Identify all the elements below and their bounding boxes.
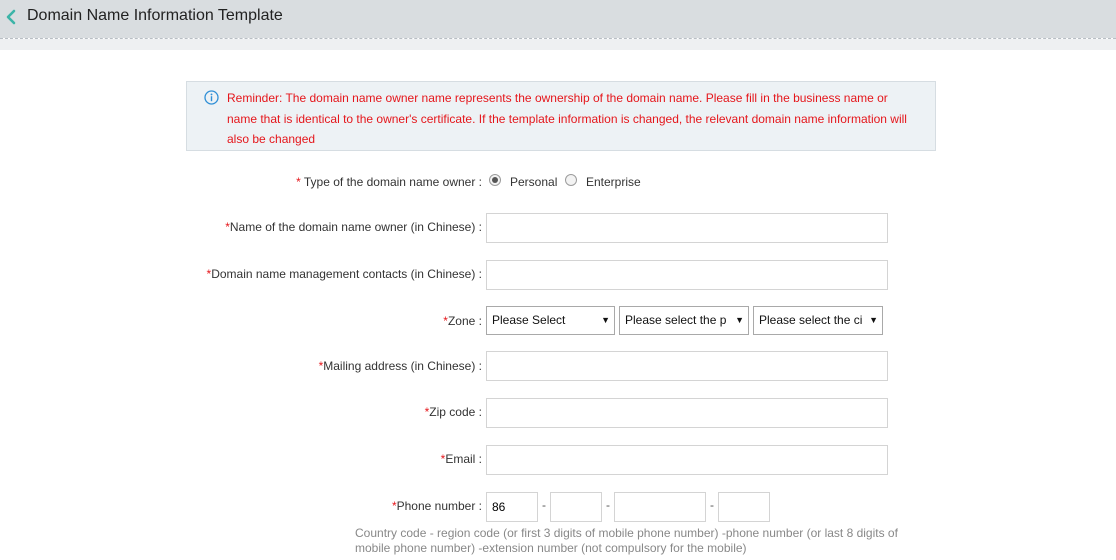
zip-code-label: *Zip code :: [425, 404, 482, 420]
radio-enterprise-label[interactable]: Enterprise: [586, 174, 641, 190]
reminder-box: Reminder: The domain name owner name rep…: [186, 81, 936, 151]
contacts-label-text: Domain name management contacts (in Chin…: [211, 267, 482, 281]
contacts-input[interactable]: [486, 260, 888, 290]
phone-label: *Phone number :: [392, 498, 482, 514]
phone-extension-input[interactable]: [718, 492, 770, 522]
page-title: Domain Name Information Template: [27, 7, 283, 24]
owner-type-label: * Type of the domain name owner :: [296, 174, 482, 190]
phone-separator: -: [710, 498, 714, 512]
header-shadow: [0, 39, 1116, 50]
zone-province-select[interactable]: Please select the p ▼: [619, 306, 749, 335]
zone-city-value: Please select the ci: [759, 313, 863, 327]
owner-type-label-text: Type of the domain name owner :: [303, 175, 482, 189]
radio-personal-label[interactable]: Personal: [510, 174, 557, 190]
zone-city-select[interactable]: Please select the ci ▼: [753, 306, 883, 335]
mailing-address-label-text: Mailing address (in Chinese) :: [323, 359, 482, 373]
zone-label-text: Zone :: [447, 314, 482, 328]
zone-country-select[interactable]: Please Select ▼: [486, 306, 615, 335]
email-label: *Email :: [441, 451, 482, 467]
contacts-label: *Domain name management contacts (in Chi…: [207, 266, 482, 282]
dropdown-arrow-icon: ▼: [867, 307, 878, 334]
phone-region-code-input[interactable]: [550, 492, 602, 522]
radio-enterprise[interactable]: [565, 174, 577, 186]
zone-country-value: Please Select: [492, 313, 566, 327]
phone-number-input[interactable]: [614, 492, 706, 522]
dropdown-arrow-icon: ▼: [599, 307, 610, 334]
zone-province-value: Please select the p: [625, 313, 727, 327]
owner-name-label: *Name of the domain name owner (in Chine…: [225, 219, 482, 235]
info-icon: [204, 90, 219, 105]
phone-hint: Country code - region code (or first 3 d…: [355, 526, 898, 555]
chevron-left-icon[interactable]: [4, 8, 18, 26]
email-label-text: Email :: [445, 452, 482, 466]
zip-code-input[interactable]: [486, 398, 888, 428]
mailing-address-input[interactable]: [486, 351, 888, 381]
phone-country-code-input[interactable]: [486, 492, 538, 522]
mailing-address-label: *Mailing address (in Chinese) :: [319, 358, 482, 374]
phone-label-text: Phone number :: [396, 499, 482, 513]
phone-separator: -: [606, 498, 610, 512]
reminder-text: Reminder: The domain name owner name rep…: [227, 91, 907, 146]
zip-code-label-text: Zip code :: [429, 405, 482, 419]
dropdown-arrow-icon: ▼: [733, 307, 744, 334]
radio-personal[interactable]: [489, 174, 501, 186]
email-input[interactable]: [486, 445, 888, 475]
zone-label: *Zone :: [443, 313, 482, 329]
owner-name-label-text: Name of the domain name owner (in Chines…: [229, 220, 482, 234]
required-mark: *: [296, 175, 304, 189]
phone-separator: -: [542, 498, 546, 512]
owner-name-input[interactable]: [486, 213, 888, 243]
